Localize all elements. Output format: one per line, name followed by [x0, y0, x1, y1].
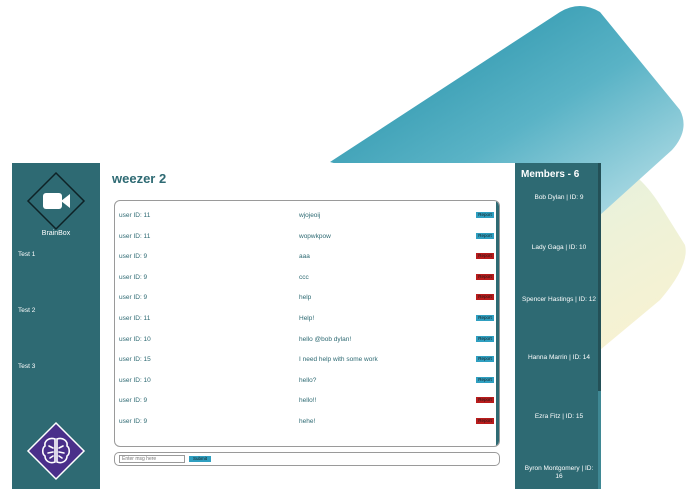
report-button[interactable]: Report — [476, 253, 494, 260]
sidebar-item-test-1[interactable]: Test 1 — [18, 251, 35, 258]
sidebar-item-test-2[interactable]: Test 2 — [18, 307, 35, 314]
message-text: hello? — [299, 376, 317, 384]
report-button[interactable]: Report — [476, 232, 494, 239]
message-user: user ID: 11 — [119, 212, 151, 219]
member-item[interactable]: Bob Dylan | ID: 9 — [521, 194, 597, 202]
message-row: user ID: 9 hehe! Report — [115, 411, 495, 431]
brand-name: BrainBox — [41, 230, 71, 237]
members-title: Members - 6 — [521, 169, 580, 180]
message-text: wopwkpow — [299, 232, 331, 240]
member-item[interactable]: Lady Gaga | ID: 10 — [521, 244, 597, 252]
report-button[interactable]: Report — [476, 356, 494, 363]
member-item[interactable]: Spencer Hastings | ID: 12 — [521, 296, 597, 304]
page-title: weezer 2 — [112, 171, 167, 186]
message-user: user ID: 15 — [119, 356, 151, 364]
message-text: aaa — [299, 253, 310, 261]
message-user: user ID: 11 — [119, 315, 151, 322]
message-row: user ID: 9 ccc Report — [115, 267, 495, 287]
member-item[interactable]: Byron Montgomery | ID: 16 — [521, 465, 597, 481]
members-scroll-thumb[interactable] — [598, 391, 601, 489]
message-text: help — [299, 294, 312, 302]
message-user: user ID: 9 — [119, 273, 148, 281]
message-text: wjojeoij — [299, 212, 321, 219]
message-text: Help! — [299, 315, 315, 322]
member-item[interactable]: Ezra Fitz | ID: 15 — [521, 413, 597, 421]
message-text: ccc — [299, 273, 309, 281]
message-row: user ID: 9 help Report — [115, 287, 495, 307]
message-row: user ID: 9 aaa Report — [115, 246, 495, 266]
message-row: user ID: 15 I need help with some work Rep… — [115, 349, 495, 369]
report-button[interactable]: Report — [476, 212, 494, 218]
compose-bar: Submit — [114, 452, 500, 466]
left-sidebar: BrainBox Test 1 Test 2 Test 3 — [12, 163, 100, 489]
message-user: user ID: 10 — [119, 376, 151, 384]
members-panel: Members - 6 Bob Dylan | ID: 9 Lady Gaga … — [515, 163, 601, 489]
report-button[interactable]: Report — [476, 315, 494, 321]
report-button[interactable]: Report — [476, 376, 494, 383]
message-user: user ID: 10 — [119, 335, 151, 343]
brain-icon[interactable] — [26, 421, 86, 481]
message-row: user ID: 11 wopwkpow Report — [115, 226, 495, 246]
message-user: user ID: 9 — [119, 253, 148, 261]
sidebar-item-test-3[interactable]: Test 3 — [18, 363, 35, 370]
message-row: user ID: 10 hello @bob dylan! Report — [115, 329, 495, 349]
message-user: user ID: 9 — [119, 418, 148, 425]
message-user: user ID: 9 — [119, 294, 148, 302]
video-camera-icon[interactable] — [26, 171, 86, 231]
message-row: user ID: 10 hello? Report — [115, 370, 495, 390]
message-text: I need help with some work — [299, 356, 378, 364]
message-user: user ID: 11 — [119, 232, 151, 240]
message-text: hehe! — [299, 418, 316, 425]
message-row: user ID: 11 wjojeoij Report — [115, 205, 495, 225]
report-button[interactable]: Report — [476, 418, 494, 424]
report-button[interactable]: Report — [476, 397, 494, 404]
message-text: hello @bob dylan! — [299, 335, 352, 343]
message-scrollbar[interactable] — [496, 201, 499, 446]
app-stage: BrainBox Test 1 Test 2 Test 3 weezer 2 u… — [0, 0, 686, 489]
report-button[interactable]: Report — [476, 294, 494, 301]
report-button[interactable]: Report — [476, 335, 494, 342]
message-row: user ID: 11 Help! Report — [115, 308, 495, 328]
message-text: hello!! — [299, 397, 317, 405]
member-item[interactable]: Hanna Marrin | ID: 14 — [521, 354, 597, 362]
report-button[interactable]: Report — [476, 273, 494, 280]
message-list[interactable]: user ID: 11 wjojeoij Report user ID: 11 wopw… — [114, 200, 500, 447]
message-input[interactable] — [119, 455, 185, 463]
submit-button[interactable]: Submit — [189, 456, 211, 462]
chat-main: weezer 2 user ID: 11 wjojeoij Report user I… — [100, 163, 515, 489]
message-user: user ID: 9 — [119, 397, 148, 405]
message-row: user ID: 9 hello!! Report — [115, 390, 495, 410]
